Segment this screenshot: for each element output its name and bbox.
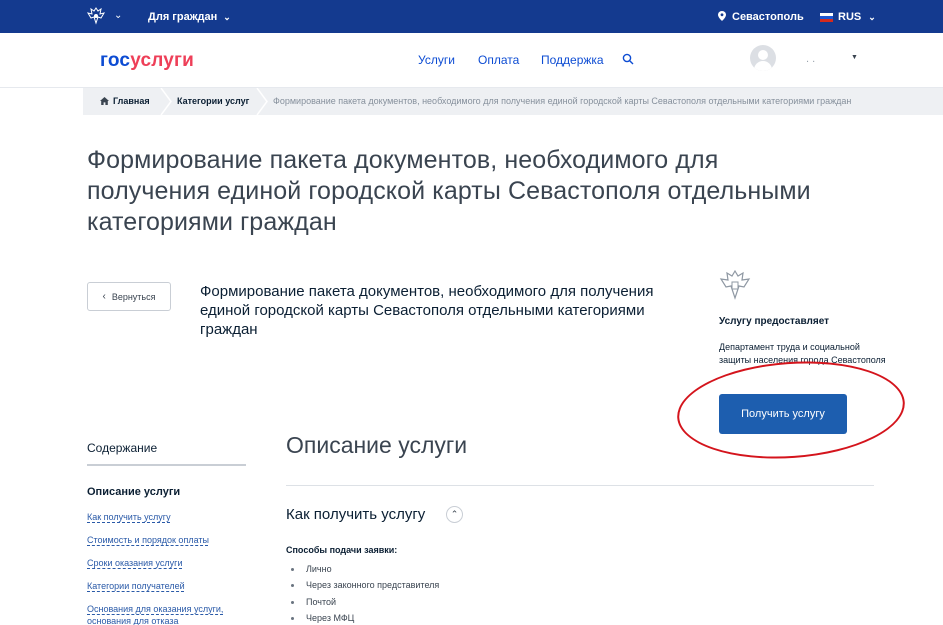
toc-title: Содержание bbox=[87, 441, 158, 455]
russian-emblem-icon[interactable] bbox=[86, 6, 106, 26]
page-title: Формирование пакета документов, необходи… bbox=[87, 146, 811, 236]
city-label: Севастополь bbox=[732, 11, 804, 23]
city-selector[interactable]: Севастополь bbox=[718, 11, 804, 23]
avatar-head bbox=[758, 50, 768, 60]
section-title: Описание услуги bbox=[286, 432, 468, 458]
home-icon bbox=[100, 97, 109, 105]
avatar[interactable] bbox=[750, 45, 776, 71]
location-pin-icon bbox=[718, 11, 726, 21]
bullet-dot bbox=[291, 617, 294, 620]
breadcrumb-separator bbox=[160, 88, 172, 115]
russian-flag-icon bbox=[820, 12, 833, 22]
for-citizens-dropdown[interactable]: Для граждан ⌄ bbox=[148, 11, 231, 23]
method-item: Через МФЦ bbox=[306, 613, 355, 623]
bullet-dot bbox=[291, 568, 294, 571]
breadcrumb-categories[interactable]: Категории услуг bbox=[177, 96, 249, 106]
method-item: Почтой bbox=[306, 597, 337, 607]
nav-services[interactable]: Услуги bbox=[418, 53, 455, 67]
provider-label: Услугу предоставляет bbox=[719, 316, 830, 327]
logo-part-uslugi: услуги bbox=[130, 50, 195, 71]
chevron-down-icon[interactable]: ⌄ bbox=[114, 10, 122, 21]
back-button[interactable]: ‹ Вернуться bbox=[87, 282, 171, 311]
section-divider bbox=[286, 485, 874, 486]
chevron-up-icon[interactable]: ⌃ bbox=[446, 506, 463, 523]
method-item: Через законного представителя bbox=[306, 580, 440, 590]
service-subtitle: Формирование пакета документов, необходи… bbox=[200, 283, 654, 338]
toc-link-categories[interactable]: Категории получателей bbox=[87, 580, 257, 592]
avatar-body bbox=[754, 61, 772, 71]
back-button-label: Вернуться bbox=[111, 291, 156, 302]
chevron-down-icon: ⌄ bbox=[868, 11, 876, 22]
breadcrumb-home-label: Главная bbox=[113, 96, 150, 106]
get-service-button[interactable]: Получить услугу bbox=[719, 394, 847, 434]
how-to-get-title[interactable]: Как получить услугу bbox=[286, 506, 425, 523]
bullet-dot bbox=[291, 584, 294, 587]
russian-emblem-icon bbox=[719, 269, 751, 300]
logo-part-gos: гос bbox=[100, 50, 131, 71]
gosuslugi-logo[interactable]: госуслуги bbox=[100, 50, 194, 72]
breadcrumb-separator bbox=[256, 88, 268, 115]
search-icon[interactable] bbox=[622, 53, 634, 65]
method-item: Лично bbox=[306, 564, 332, 574]
toc-link-grounds[interactable]: Основания для оказания услуги, основания… bbox=[87, 603, 257, 625]
bullet-dot bbox=[291, 601, 294, 604]
site-header: госуслуги Услуги Оплата Поддержка . . ▼ bbox=[0, 33, 943, 88]
toc-link-cost[interactable]: Стоимость и порядок оплаты bbox=[87, 534, 257, 546]
breadcrumb-home[interactable]: Главная bbox=[100, 96, 150, 106]
language-label: RUS bbox=[838, 11, 862, 23]
toc-divider bbox=[87, 464, 246, 466]
chevron-left-icon: ‹ bbox=[102, 291, 106, 302]
user-name[interactable]: . . bbox=[806, 53, 815, 65]
caret-down-icon[interactable]: ▼ bbox=[851, 54, 858, 61]
toc-link-how-to-get[interactable]: Как получить услугу bbox=[87, 511, 257, 523]
top-bar: ⌄ Для граждан ⌄ Севастополь RUS ⌄ bbox=[0, 0, 943, 33]
chevron-down-icon: ⌄ bbox=[223, 12, 231, 22]
nav-payment[interactable]: Оплата bbox=[478, 53, 519, 67]
for-citizens-label: Для граждан bbox=[148, 11, 218, 23]
provider-name: Департамент труда и социальной защиты на… bbox=[719, 342, 886, 365]
nav-support[interactable]: Поддержка bbox=[541, 53, 604, 67]
breadcrumb: Главная Категории услуг Формирование пак… bbox=[83, 88, 943, 115]
toc-active-item[interactable]: Описание услуги bbox=[87, 486, 180, 498]
language-selector[interactable]: RUS ⌄ bbox=[820, 11, 876, 23]
methods-label: Способы подачи заявки: bbox=[286, 545, 398, 555]
breadcrumb-current: Формирование пакета документов, необходи… bbox=[273, 96, 852, 106]
toc-link-terms[interactable]: Сроки оказания услуги bbox=[87, 557, 257, 569]
